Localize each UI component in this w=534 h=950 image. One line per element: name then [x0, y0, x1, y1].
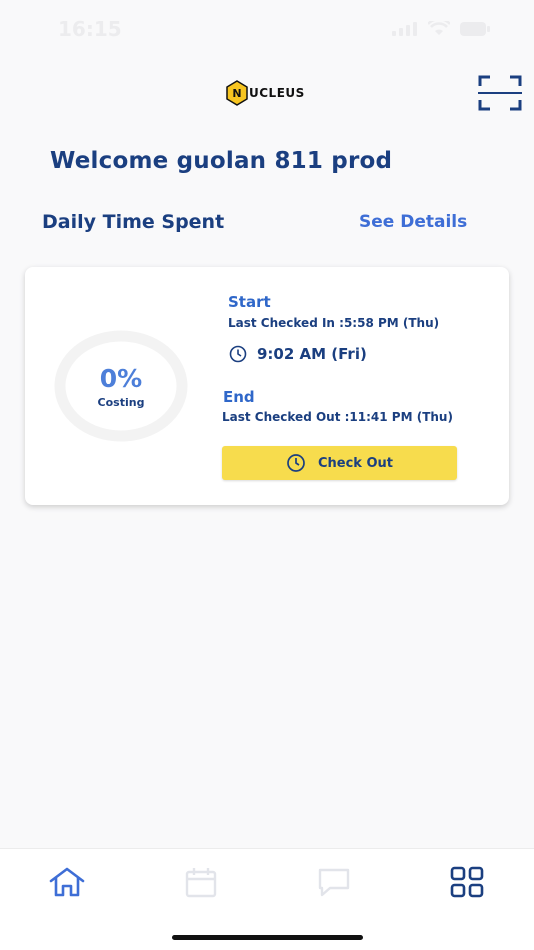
nav-calendar[interactable]: [181, 865, 221, 899]
clock-icon: [287, 454, 305, 472]
scan-icon: [478, 75, 522, 111]
nav-more[interactable]: [447, 865, 487, 899]
current-time: 9:02 AM (Fri): [257, 345, 367, 363]
current-time-row: 9:02 AM (Fri): [229, 345, 367, 363]
logo-text: UCLEUS: [249, 86, 305, 100]
see-details-link[interactable]: See Details: [359, 212, 467, 232]
status-bar: 16:15: [0, 0, 534, 58]
home-icon: [49, 867, 85, 897]
last-checked-in: Last Checked In :5:58 PM (Thu): [228, 316, 440, 330]
progress-percent: 0%: [99, 364, 143, 393]
end-label: End: [223, 388, 255, 406]
home-indicator: [172, 935, 363, 940]
signal-icon: [392, 21, 417, 36]
clock-icon: [229, 345, 247, 363]
logo-badge-icon: N: [226, 80, 248, 106]
battery-icon: [460, 21, 490, 36]
last-checked-out: Last Checked Out :11:41 PM (Thu): [222, 410, 453, 424]
time-card: 0% Costing Start Last Checked In :5:58 P…: [25, 267, 509, 505]
daily-time-title: Daily Time Spent: [42, 211, 225, 233]
check-out-button[interactable]: Check Out: [222, 446, 457, 480]
calendar-icon: [185, 868, 217, 898]
progress-label: Costing: [97, 396, 145, 409]
wifi-icon: [428, 21, 450, 35]
nav-messages[interactable]: [314, 865, 354, 899]
check-out-label: Check Out: [317, 455, 393, 471]
status-time: 16:15: [58, 17, 122, 41]
app-logo: N UCLEUS: [226, 80, 305, 106]
nav-home[interactable]: [47, 865, 87, 899]
chat-icon: [318, 868, 350, 897]
welcome-heading: Welcome guolan 811 prod: [50, 148, 393, 174]
scan-button[interactable]: [478, 75, 522, 111]
grid-icon: [450, 866, 484, 898]
svg-text:N: N: [232, 87, 241, 100]
status-icons: [392, 21, 490, 36]
start-label: Start: [228, 293, 271, 311]
